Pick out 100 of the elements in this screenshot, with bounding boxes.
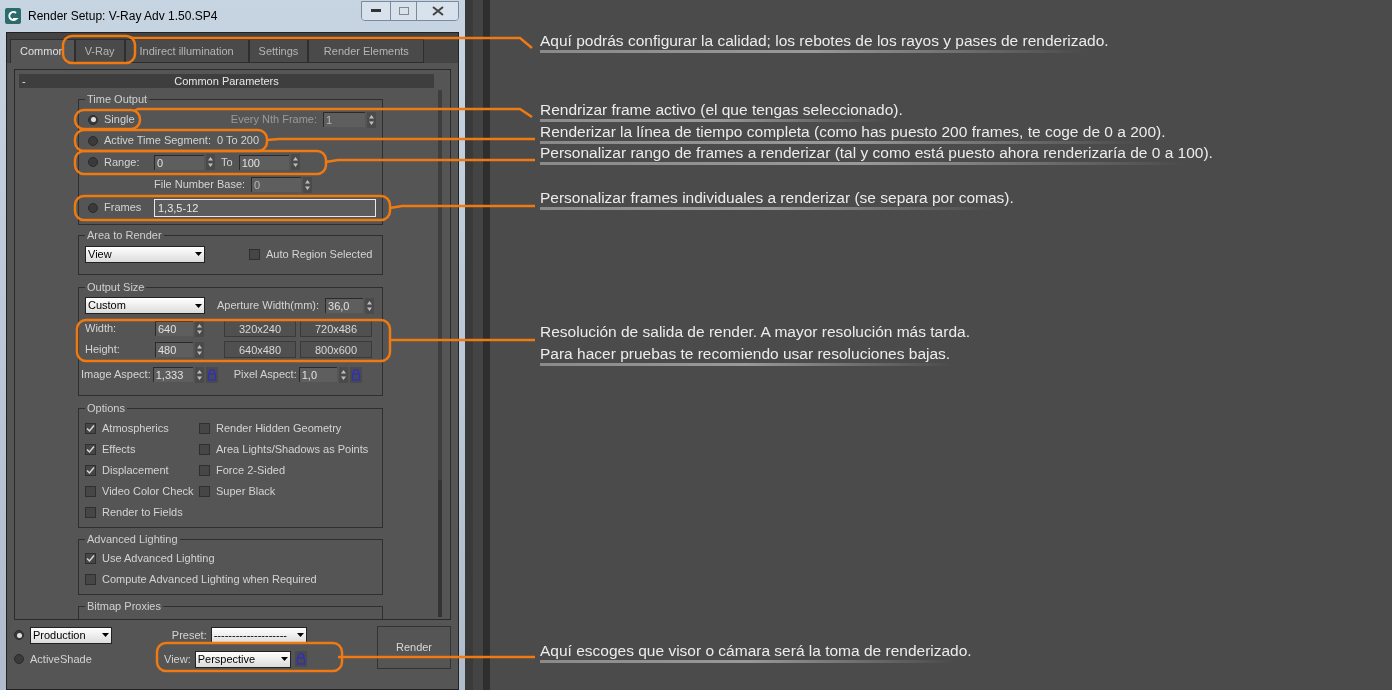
- spinner-arrows-icon[interactable]: [194, 366, 204, 383]
- annotation-text: Rendrizar frame activo (el que tengas seleccionado).: [540, 100, 903, 120]
- radio-button[interactable]: [88, 202, 98, 213]
- checkbox[interactable]: [85, 486, 96, 497]
- caret-icon: [195, 303, 202, 308]
- maximize-icon: [398, 7, 409, 15]
- group-title: Time Output: [87, 93, 148, 105]
- frames-field[interactable]: 1,3,5-12: [154, 198, 376, 217]
- group-title: Output Size: [87, 281, 145, 293]
- annotation-text: Resolución de salida de render. A mayor resolución más tarda.: [540, 322, 970, 342]
- checkbox[interactable]: [85, 507, 96, 518]
- checkbox-label: Super Black: [216, 484, 276, 500]
- field-label: Image Aspect:: [81, 367, 151, 383]
- tab[interactable]: Indirect illumination: [124, 39, 249, 63]
- preset-button[interactable]: 640x480: [224, 341, 296, 358]
- checkbox[interactable]: [199, 486, 210, 497]
- checkbox-label: Compute Advanced Lighting when Required: [102, 572, 317, 588]
- render-button[interactable]: Render: [377, 625, 451, 669]
- checkbox[interactable]: [199, 465, 210, 476]
- field-label: View:: [164, 651, 191, 667]
- checkbox-label: Displacement: [102, 463, 169, 479]
- checkbox[interactable]: [199, 423, 210, 434]
- caret-icon: [195, 252, 202, 256]
- dropdown[interactable]: Perspective: [194, 650, 291, 668]
- number-field[interactable]: 1,333: [152, 367, 193, 382]
- radio-label: Range:: [104, 154, 141, 170]
- preset-button[interactable]: 800x600: [300, 341, 372, 358]
- group-title: Advanced Lighting: [87, 533, 178, 545]
- checkbox-label: Area Lights/Shadows as Points: [216, 442, 369, 458]
- field-label: To: [221, 154, 233, 170]
- checkbox[interactable]: [85, 444, 96, 455]
- checkbox[interactable]: [85, 574, 96, 585]
- field-label: Pixel Aspect:: [233, 367, 297, 383]
- spinner-arrows-icon[interactable]: [367, 111, 376, 128]
- checkbox[interactable]: [85, 553, 96, 564]
- minimize-icon: [371, 9, 381, 13]
- checkbox-label: Atmospherics: [102, 421, 169, 437]
- number-field[interactable]: 640: [155, 321, 193, 336]
- field-label: Width:: [85, 321, 118, 337]
- checkbox[interactable]: [85, 465, 96, 476]
- field-label: Preset:: [171, 627, 207, 643]
- number-field[interactable]: 36,0: [325, 298, 364, 313]
- spinner-arrows-icon[interactable]: [338, 366, 348, 383]
- rollout-title: Common Parameters: [173, 73, 280, 89]
- caret-icon: [296, 633, 304, 637]
- tab[interactable]: Settings: [248, 39, 309, 63]
- field-label: Height:: [85, 342, 121, 358]
- checkbox-label: Video Color Check: [102, 484, 194, 500]
- spinner-arrows-icon[interactable]: [365, 297, 375, 314]
- radio-button[interactable]: [88, 135, 98, 146]
- dropdown[interactable]: View: [85, 245, 205, 263]
- caret-icon: [280, 657, 288, 661]
- spinner-arrows-icon[interactable]: [195, 320, 204, 337]
- group-title: Options: [87, 402, 125, 414]
- app-logo-icon: [4, 7, 22, 25]
- minimize-button[interactable]: [362, 2, 390, 20]
- radio-button[interactable]: [14, 630, 24, 640]
- window-title: Render Setup: V-Ray Adv 1.50.SP4: [28, 8, 218, 25]
- checkbox-label: Render to Fields: [102, 505, 183, 521]
- group-title: Bitmap Proxies: [87, 600, 161, 612]
- annotation-text: Renderizar la línea de tiempo completa (como has puesto 200 frames, te coge de 0 a 200).: [540, 122, 1166, 142]
- rollout-header[interactable]: - Common Parameters: [19, 74, 434, 88]
- annotation-text: Personalizar rango de frames a renderizar (tal y como está puesto ahora renderizaría de 0 a 100).: [540, 143, 1213, 163]
- annotation-text: Para hacer pruebas te recomiendo usar resoluciones bajas.: [540, 344, 952, 364]
- checkbox[interactable]: [249, 248, 260, 260]
- checkbox[interactable]: [85, 423, 96, 434]
- checkbox-label: Use Advanced Lighting: [102, 551, 215, 567]
- radio-button[interactable]: [88, 114, 98, 125]
- radio-label: Frames: [104, 200, 143, 216]
- dropdown[interactable]: Production: [30, 626, 112, 644]
- close-button[interactable]: [416, 2, 458, 20]
- number-field[interactable]: 100: [238, 154, 289, 170]
- tab[interactable]: Render Elements: [308, 39, 425, 63]
- annotation-text: Aquí podrás configurar la calidad; los rebotes de los rayos y pases de renderizado.: [540, 31, 1109, 51]
- caret-icon: [102, 633, 109, 637]
- field-label: Every Nth Frame:: [230, 112, 317, 128]
- close-icon: [431, 6, 444, 16]
- spinner-arrows-icon[interactable]: [290, 154, 300, 170]
- collapse-sign: -: [21, 73, 27, 89]
- spinner-arrows-icon[interactable]: [206, 154, 215, 170]
- checkbox[interactable]: [199, 444, 210, 455]
- dropdown[interactable]: Custom: [85, 297, 205, 314]
- field-label: File Number Base:: [154, 177, 246, 193]
- radio-label: Single: [104, 112, 135, 128]
- radio-label: Active Time Segment:: [104, 133, 211, 149]
- tab[interactable]: V-Ray: [74, 39, 125, 63]
- checkbox-label: Force 2-Sided: [216, 463, 286, 479]
- number-field[interactable]: 0: [154, 154, 204, 170]
- annotation-text: Aquí escoges que visor o cámara será la toma de renderizado.: [540, 641, 972, 661]
- field-label: Aperture Width(mm):: [217, 298, 320, 314]
- number-field[interactable]: 480: [155, 342, 193, 357]
- radio-label: ActiveShade: [30, 651, 92, 667]
- radio-button[interactable]: [14, 654, 24, 664]
- spinner-arrows-icon[interactable]: [195, 341, 204, 358]
- radio-button[interactable]: [88, 157, 98, 167]
- number-field[interactable]: 1,0: [298, 367, 337, 382]
- annotation-text: Personalizar frames individuales a renderizar (se separa por comas).: [540, 188, 1014, 208]
- segment-value: 0 To 200: [217, 133, 259, 149]
- spinner-arrows-icon[interactable]: [303, 176, 313, 193]
- checkbox-label: Auto Region Selected: [266, 246, 373, 262]
